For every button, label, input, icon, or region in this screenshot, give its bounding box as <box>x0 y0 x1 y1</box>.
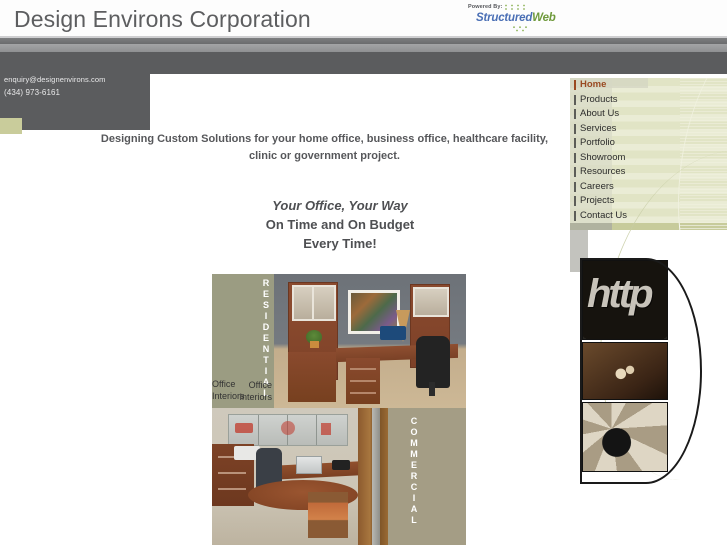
commercial-caption-line-2: Interiors <box>212 391 245 401</box>
brand-structured: Structured <box>476 12 533 24</box>
nav-list: Home Products About Us Services Portfolio Sho… <box>570 78 727 223</box>
cabinet-right-glass-doors <box>413 287 449 317</box>
desktop-monitor <box>380 326 406 340</box>
slogan-line-1: Your Office, Your Way <box>272 198 408 213</box>
commercial-caption-line-1: Office <box>212 379 236 389</box>
http-sign-photo: http <box>582 260 668 340</box>
potted-plant <box>306 330 322 348</box>
red-item-3 <box>321 423 331 435</box>
nav-item-resources[interactable]: Resources <box>570 165 727 180</box>
desk-phone <box>332 460 350 470</box>
nav-item-label: Projects <box>580 195 615 206</box>
tagline-line-2: clinic or government project. <box>249 150 400 162</box>
guest-chair <box>308 492 348 538</box>
red-item-2 <box>281 421 295 435</box>
commercial-label-panel <box>388 408 466 545</box>
nav-item-projects[interactable]: Projects <box>570 194 727 209</box>
nav-item-label: About Us <box>580 108 620 119</box>
powered-by-label: Powered By: <box>468 4 503 10</box>
http-text: http <box>587 272 653 316</box>
nav-item-portfolio[interactable]: Portfolio <box>570 136 727 151</box>
nav-item-contact-us[interactable]: Contact Us <box>570 208 727 223</box>
nav-item-home[interactable]: Home <box>570 78 727 93</box>
slogan-line-3: Every Time! <box>303 236 377 251</box>
main-navigation: Home Products About Us Services Portfolio Sho… <box>570 78 727 230</box>
header-bar-light <box>0 44 727 52</box>
nav-item-about-us[interactable]: About Us <box>570 107 727 122</box>
nav-item-label: Home <box>580 79 607 90</box>
tagline-line-1: Designing Custom Solutions for your home… <box>100 133 549 145</box>
nav-item-label: Careers <box>580 180 614 192</box>
olive-accent-chip <box>0 118 22 134</box>
nav-item-label: Products <box>580 93 618 105</box>
nav-item-label: Contact Us <box>580 209 627 221</box>
tagline: Designing Custom Solutions for your home… <box>92 131 557 165</box>
nav-item-label: Resources <box>580 166 626 177</box>
hands-photo <box>582 342 668 400</box>
red-item-1 <box>235 423 253 433</box>
page-title: Design Environs Corporation <box>14 6 311 32</box>
slogan-line-2: On Time and On Budget <box>265 217 415 232</box>
logo-dots-bottom-icon <box>513 26 527 32</box>
commercial-caption: Office Interiors <box>212 378 260 402</box>
desk-pedestal <box>346 358 380 404</box>
nav-item-showroom[interactable]: Showroom <box>570 150 727 165</box>
nav-item-careers[interactable]: Careers <box>570 179 727 194</box>
office-chair <box>416 336 450 396</box>
commercial-vertical-label: COMMERCIAL <box>410 416 418 525</box>
commercial-room-image <box>212 408 388 545</box>
residential-room-image <box>274 274 466 408</box>
powered-by-logo[interactable]: Powered By: StructuredWeb <box>468 4 564 34</box>
nav-item-label: Portfolio <box>580 137 615 148</box>
nav-item-services[interactable]: Services <box>570 121 727 136</box>
commercial-photo[interactable] <box>212 408 466 545</box>
cabinet-base-left <box>288 352 336 402</box>
nav-item-label: Services <box>580 122 617 134</box>
structuredweb-wordmark: StructuredWeb <box>476 12 556 24</box>
gears-photo <box>582 402 668 472</box>
nav-item-label: Showroom <box>580 151 626 163</box>
image-collage: RESIDENTIAL COMMERCIAL Office Interiors <box>212 274 466 545</box>
contact-phone: (434) 973-6161 <box>4 88 61 97</box>
brand-web: Web <box>532 12 556 24</box>
slogan-block: Your Office, Your Way On Time and On Bud… <box>150 196 530 253</box>
decor-image-stack: http <box>578 258 702 484</box>
page-root: Design Environs Corporation Powered By: … <box>0 0 727 545</box>
door-frame <box>372 408 380 545</box>
nav-item-products[interactable]: Products <box>570 92 727 107</box>
laptop <box>296 456 322 474</box>
cabinet-left-glass-doors <box>292 285 336 321</box>
contact-email[interactable]: enquiry@designenvirons.com <box>4 75 106 84</box>
overhead-cabinets <box>228 414 348 446</box>
logo-dots-top-icon <box>505 4 525 10</box>
